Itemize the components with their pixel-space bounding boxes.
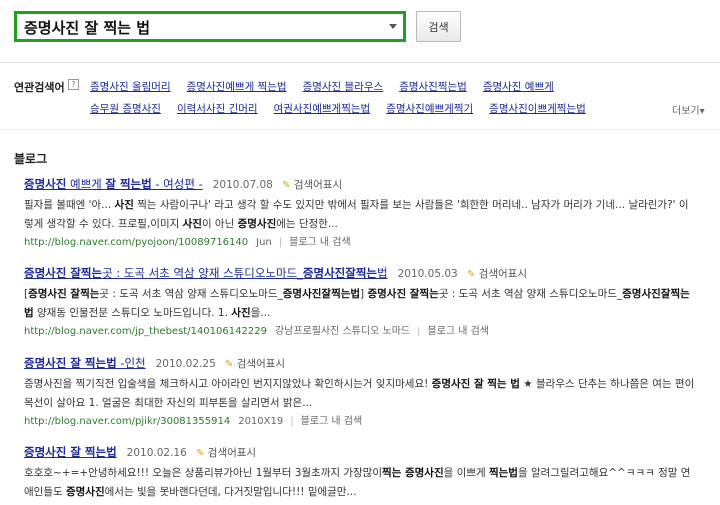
- search-dropdown-arrow-icon[interactable]: [389, 24, 397, 29]
- blog-result: 증명사진 잘 찍는법 2010.02.16 ✎ 검색어표시 호호호~+=+안녕하세요!…: [24, 444, 704, 502]
- snippet-text: 증명사진을 찍기직전 입술색을 체크하시고 아이라인 번지지않았나 확인하시는거…: [24, 378, 432, 390]
- title-part: 증명사진 잘찍는: [24, 266, 103, 280]
- title-part: 증명사진: [24, 177, 67, 191]
- pencil-icon: ✎: [282, 180, 291, 191]
- snippet-keyword: 증명사진: [237, 218, 277, 230]
- result-snippet: 필자를 볼때엔 '아... 사진 찍는 사람이구나' 라고 생각 할 수도 있지…: [24, 196, 696, 234]
- result-blog-name[interactable]: 2010X19: [238, 416, 283, 427]
- related-search-link[interactable]: 증명사진예쁘게 찍는법: [187, 81, 287, 93]
- title-part: 잘 찍는법: [105, 177, 152, 191]
- title-part: 법: [376, 266, 388, 280]
- result-url[interactable]: http://blog.naver.com/pjikr/30081355914: [24, 416, 230, 427]
- blog-inner-search-link[interactable]: 블로그 내 검색: [427, 326, 489, 337]
- snippet-text: 에서는 빛을 못바랜다던데, 다거짓말입니다!!! 밑에글만...: [104, 486, 357, 498]
- blog-inner-search-link[interactable]: 블로그 내 검색: [301, 416, 363, 427]
- search-button[interactable]: 검색: [416, 11, 461, 42]
- related-search-link[interactable]: 증명사진 올림머리: [90, 81, 171, 93]
- section-divider: [0, 129, 720, 130]
- show-keyword-link[interactable]: 검색어표시: [208, 447, 256, 459]
- related-search-link[interactable]: 증명사진이쁘게찍는법: [489, 103, 586, 115]
- blog-result: 증명사진 잘 찍는법 -인천 2010.02.25 ✎ 검색어표시 증명사진을 찍기직…: [24, 355, 704, 430]
- snippet-keyword: 증명사진잘찍는법: [282, 288, 361, 300]
- related-search-link[interactable]: 증명사진예쁘게찍기: [386, 103, 473, 115]
- pencil-icon: ✎: [196, 448, 205, 459]
- snippet-text: 을 이쁘게: [443, 467, 489, 479]
- related-searches-row-2: 승무원 증명사진 이력서사진 긴머리 여권사진예쁘게찍는법 증명사진예쁘게찍기 증명사진…: [90, 101, 602, 116]
- snippet-keyword: 증명사진 잘 찍는 법: [431, 378, 520, 390]
- related-search-link[interactable]: 증명사진 블라우스: [303, 81, 384, 93]
- result-blog-name[interactable]: 강남프로필사진 스튜디오 노마드: [275, 326, 410, 337]
- snippet-keyword: 증명사진: [65, 486, 105, 498]
- related-search-link[interactable]: 이력서사진 긴머리: [177, 103, 258, 115]
- snippet-text: 곳 : 도곡 서초 역삼 양재 스튜디오노마드_: [438, 288, 623, 300]
- result-url[interactable]: http://blog.naver.com/pyojoon/1008971614…: [24, 237, 248, 248]
- meta-separator: |: [290, 416, 294, 427]
- result-title-link[interactable]: 증명사진 잘 찍는법 -인천: [24, 356, 146, 370]
- result-snippet: 호호호~+=+안녕하세요!!! 오늘은 상품리뷰가아닌 1월부터 3월초까지 가…: [24, 464, 696, 502]
- snippet-keyword: 사진: [182, 218, 202, 230]
- meta-separator: |: [417, 326, 421, 337]
- title-part: 예쁘게: [66, 177, 106, 191]
- show-keyword-link[interactable]: 검색어표시: [294, 179, 342, 191]
- snippet-keyword: 찍는 증명사진: [382, 467, 444, 479]
- related-search-link[interactable]: 증명사진 예쁘게: [483, 81, 554, 93]
- snippet-text: 이 아닌: [201, 218, 238, 230]
- result-snippet: [증명사진 잘찍는곳 : 도곡 서초 역삼 양재 스튜디오노마드_증명사진잘찍는…: [24, 285, 696, 323]
- result-blog-name[interactable]: Jun: [256, 237, 272, 248]
- related-search-link[interactable]: 증명사진찍는법: [399, 81, 467, 93]
- snippet-keyword: 사진: [231, 307, 251, 319]
- snippet-keyword: 증명사진 잘찍는: [28, 288, 100, 300]
- title-part: 곳 : 도곡 서초 역삼 양재 스튜디오노마드_: [102, 266, 303, 280]
- snippet-text: 을...: [250, 307, 271, 319]
- result-title-link[interactable]: 증명사진 잘 찍는법: [24, 445, 117, 459]
- snippet-keyword: 찍는법: [488, 467, 518, 479]
- pencil-icon: ✎: [467, 269, 476, 280]
- title-part: 증명사진 잘 찍는법: [24, 356, 117, 370]
- blog-inner-search-link[interactable]: 블로그 내 검색: [289, 237, 351, 248]
- more-related-button[interactable]: 더보기▾: [672, 102, 705, 117]
- result-date: 2010.02.16: [126, 447, 187, 459]
- meta-separator: |: [278, 237, 283, 248]
- result-title-link[interactable]: 증명사진 예쁘게 잘 찍는법 - 여성편 -: [24, 177, 203, 191]
- blog-section-title: 블로그: [14, 152, 48, 166]
- show-keyword-link[interactable]: 검색어표시: [237, 358, 285, 370]
- blog-result: 증명사진 잘찍는곳 : 도곡 서초 역삼 양재 스튜디오노마드_증명사진잘찍는법…: [24, 265, 704, 340]
- snippet-keyword: 사진: [114, 199, 134, 211]
- search-box[interactable]: [14, 11, 406, 42]
- related-search-link[interactable]: 승무원 증명사진: [90, 103, 161, 115]
- show-keyword-link[interactable]: 검색어표시: [479, 268, 527, 280]
- related-search-link[interactable]: 여권사진예쁘게찍는법: [274, 103, 371, 115]
- search-input[interactable]: [24, 16, 384, 38]
- result-title-link[interactable]: 증명사진 잘찍는곳 : 도곡 서초 역삼 양재 스튜디오노마드_증명사진잘찍는법: [24, 266, 388, 280]
- snippet-text: 양재동 인물전문 스튜디오 노마드입니다. 1.: [33, 307, 232, 319]
- result-date: 2010.02.25: [155, 358, 216, 370]
- snippet-text: 호호호~+=+안녕하세요!!! 오늘은 상품리뷰가아닌 1월부터 3월초까지 가…: [24, 467, 383, 479]
- result-url[interactable]: http://blog.naver.com/jp_thebest/1401061…: [24, 326, 267, 337]
- header-divider: [0, 62, 720, 63]
- title-part: 증명사진 잘 찍는법: [24, 445, 117, 459]
- related-searches-row-1: 증명사진 올림머리 증명사진예쁘게 찍는법 증명사진 블라우스 증명사진찍는법 증명사진…: [90, 79, 570, 94]
- title-part: - 여성편 -: [151, 177, 203, 191]
- snippet-text: 필자를 볼때엔 '아...: [24, 199, 115, 211]
- blog-result: 증명사진 예쁘게 잘 찍는법 - 여성편 - 2010.07.08 ✎ 검색어표시 필…: [24, 176, 704, 251]
- snippet-text: 곳 : 도곡 서초 역삼 양재 스튜디오노마드_: [99, 288, 283, 300]
- result-snippet: 증명사진을 찍기직전 입술색을 체크하시고 아이라인 번지지않았나 확인하시는거…: [24, 375, 696, 413]
- title-part: 증명사진잘찍는: [302, 266, 377, 280]
- title-part: -인천: [116, 356, 146, 370]
- result-date: 2010.07.08: [212, 179, 273, 191]
- help-icon[interactable]: ?: [68, 79, 79, 90]
- result-date: 2010.05.03: [397, 268, 458, 280]
- snippet-text: 에는 단정한...: [276, 218, 338, 230]
- pencil-icon: ✎: [225, 359, 234, 370]
- related-searches-title: 연관검색어: [14, 81, 65, 94]
- snippet-keyword: 증명사진 잘찍는: [367, 288, 439, 300]
